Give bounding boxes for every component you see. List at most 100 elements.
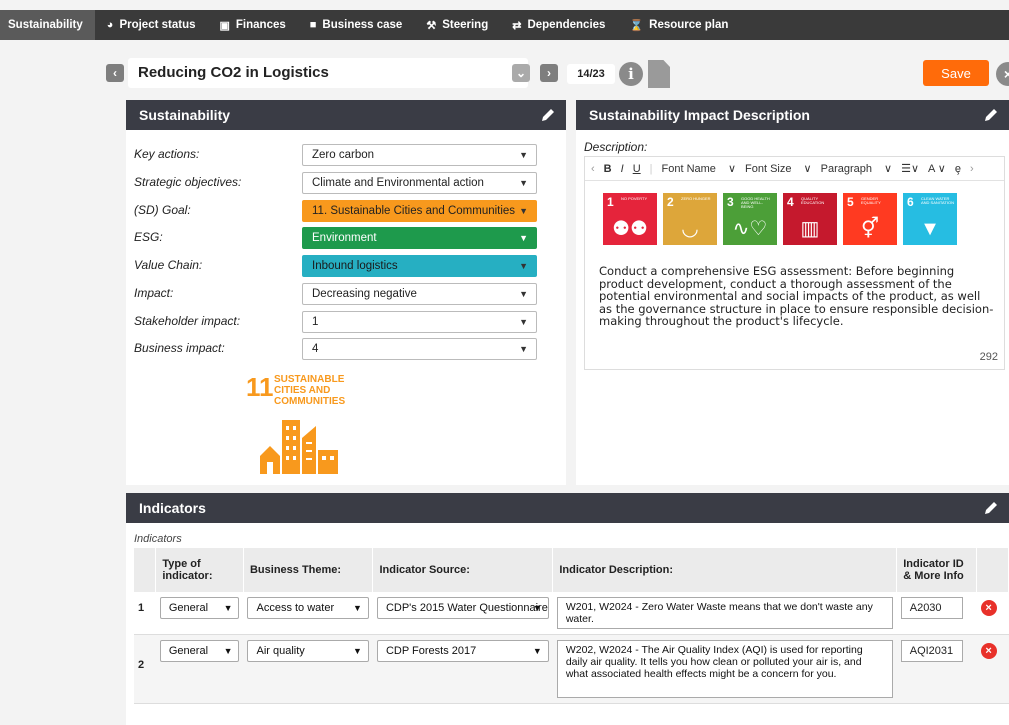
- tab-label: Business case: [322, 19, 403, 31]
- tab-resource-plan[interactable]: ⌛ Resource plan: [617, 10, 740, 40]
- sd-goal-select[interactable]: 11. Sustainable Cities and Communities ▼: [302, 200, 537, 222]
- bold-icon[interactable]: B: [604, 163, 612, 175]
- strategic-objectives-select[interactable]: Climate and Environmental action ▼: [302, 172, 537, 194]
- indicators-panel: Indicators Indicators Type of indicator:…: [126, 493, 1009, 725]
- paragraph-label: Paragraph: [820, 163, 872, 175]
- font-color-icon[interactable]: A ∨: [928, 162, 946, 175]
- list-icon[interactable]: ☰∨: [901, 162, 919, 175]
- select-value: General: [168, 602, 209, 614]
- tab-steering[interactable]: ⚒ Steering: [414, 10, 500, 40]
- panel-title: Sustainability: [139, 107, 231, 123]
- heartbeat-icon: ∿♡: [732, 218, 768, 240]
- theme-select[interactable]: Air quality ▼: [247, 640, 369, 662]
- impact-select[interactable]: Decreasing negative ▼: [302, 283, 537, 305]
- font-size-dropdown[interactable]: Font Size ∨: [745, 162, 812, 175]
- source-select[interactable]: CDP's 2015 Water Questionnaire ▼: [376, 597, 549, 619]
- panel-header: Indicators: [126, 493, 1009, 523]
- select-value: Environment: [312, 232, 377, 244]
- tile-number: 5: [847, 195, 854, 209]
- field-label: Business impact:: [134, 341, 225, 355]
- tab-project-status[interactable]: ◕ Project status: [95, 10, 208, 40]
- rich-text-editor[interactable]: ‹ B I U | Font Name ∨ Font Size ∨ Paragr…: [584, 156, 1005, 370]
- theme-select[interactable]: Access to water ▼: [247, 597, 369, 619]
- dashboard-icon: ◕: [106, 19, 114, 31]
- pencil-icon[interactable]: [540, 107, 556, 123]
- description-textarea[interactable]: W201, W2024 - Zero Water Waste means tha…: [556, 597, 893, 629]
- chevron-down-icon: ▼: [519, 150, 528, 160]
- col-actions: [976, 548, 1009, 592]
- row-number: 2: [134, 634, 156, 704]
- tab-finances[interactable]: ▣ Finances: [208, 10, 298, 40]
- esg-select[interactable]: Environment ▼: [302, 227, 537, 249]
- pencil-icon[interactable]: [983, 500, 999, 516]
- select-value: 11. Sustainable Cities and Communities: [312, 205, 516, 217]
- indicator-id-input[interactable]: A2030: [900, 597, 963, 619]
- pdf-icon[interactable]: [648, 60, 670, 88]
- field-label: Value Chain:: [134, 258, 203, 272]
- tile-text: QUALITY EDUCATION: [801, 196, 825, 205]
- sdg-tile: 5 GENDER EQUALITY ⚥: [843, 193, 897, 245]
- underline-icon[interactable]: U: [633, 163, 641, 175]
- field-value-chain: Value Chain: Inbound logistics ▼: [134, 255, 537, 277]
- delete-icon[interactable]: ×: [980, 643, 997, 659]
- gender-icon: ⚥: [860, 218, 880, 240]
- tab-label: Project status: [119, 19, 196, 31]
- table-header-row: Type of indicator: Business Theme: Indic…: [134, 548, 1009, 592]
- info-icon[interactable]: i: [619, 62, 643, 86]
- pencil-icon[interactable]: [983, 107, 999, 123]
- next-project-button[interactable]: ›: [540, 64, 558, 82]
- caret-down-icon: ▼: [223, 646, 233, 656]
- type-select[interactable]: General ▼: [159, 640, 240, 662]
- field-business-impact: Business impact: 4 ▼: [134, 338, 537, 360]
- tab-label: Resource plan: [649, 19, 729, 31]
- source-select[interactable]: CDP Forests 2017 ▼: [376, 640, 549, 662]
- type-select[interactable]: General ▼: [159, 597, 240, 619]
- sustainability-panel: Sustainability Key actions: Zero carbon ▼…: [126, 100, 566, 485]
- indicator-id-input[interactable]: AQI2031: [900, 640, 963, 662]
- project-title[interactable]: Reducing CO2 in Logistics: [128, 58, 528, 88]
- tab-dependencies[interactable]: ⇄ Dependencies: [500, 10, 617, 40]
- tab-sustainability[interactable]: Sustainability: [0, 10, 95, 40]
- italic-icon[interactable]: I: [621, 163, 624, 175]
- select-value: Air quality: [256, 645, 305, 657]
- character-count: 292: [979, 351, 998, 363]
- select-value: General: [168, 645, 209, 657]
- chevron-down-icon: ▼: [519, 261, 528, 271]
- caret-down-icon: ▼: [353, 646, 362, 656]
- business-impact-select[interactable]: 4 ▼: [302, 338, 537, 360]
- panel-title: Sustainability Impact Description: [589, 107, 810, 123]
- value-chain-select[interactable]: Inbound logistics ▼: [302, 255, 537, 277]
- chevron-down-icon: ▼: [519, 317, 528, 327]
- project-dropdown-button[interactable]: ⌄: [512, 64, 530, 82]
- previous-project-button[interactable]: ‹: [106, 64, 124, 82]
- book-icon: ▥: [800, 218, 820, 240]
- font-name-dropdown[interactable]: Font Name ∨: [662, 162, 737, 175]
- row-number: 1: [134, 592, 156, 635]
- exchange-icon: ⇄: [512, 19, 522, 32]
- select-value: 4: [312, 343, 319, 355]
- delete-icon[interactable]: ×: [980, 600, 997, 616]
- close-icon[interactable]: ×: [996, 62, 1009, 86]
- type-cell: General ▼: [155, 634, 244, 704]
- description-textarea[interactable]: W202, W2024 - The Air Quality Index (AQI…: [556, 640, 893, 698]
- tab-business-case[interactable]: ■ Business case: [298, 10, 415, 40]
- chevron-right-icon[interactable]: ›: [970, 163, 974, 175]
- tile-text: CLEAN WATER AND SANITATION: [921, 196, 954, 205]
- hourglass-icon: ⌛: [629, 19, 644, 32]
- chevron-down-icon: ▼: [519, 289, 528, 299]
- key-actions-select[interactable]: Zero carbon ▼: [302, 144, 537, 166]
- indicators-subtitle: Indicators: [134, 533, 182, 545]
- col-type: Type of indicator:: [155, 548, 244, 592]
- chevron-left-icon[interactable]: ‹: [591, 163, 595, 175]
- tab-label: Dependencies: [527, 19, 606, 31]
- highlight-icon[interactable]: ȩ: [955, 163, 961, 175]
- paragraph-dropdown[interactable]: Paragraph ∨: [821, 162, 892, 175]
- tile-number: 1: [607, 195, 614, 209]
- tab-label: Finances: [235, 19, 286, 31]
- save-button[interactable]: Save: [923, 60, 989, 86]
- field-label: Key actions:: [134, 147, 200, 161]
- briefcase-icon: ■: [309, 19, 317, 31]
- caret-down-icon: ▼: [532, 603, 542, 613]
- stakeholder-impact-select[interactable]: 1 ▼: [302, 311, 537, 333]
- toolbar-divider: |: [649, 162, 653, 175]
